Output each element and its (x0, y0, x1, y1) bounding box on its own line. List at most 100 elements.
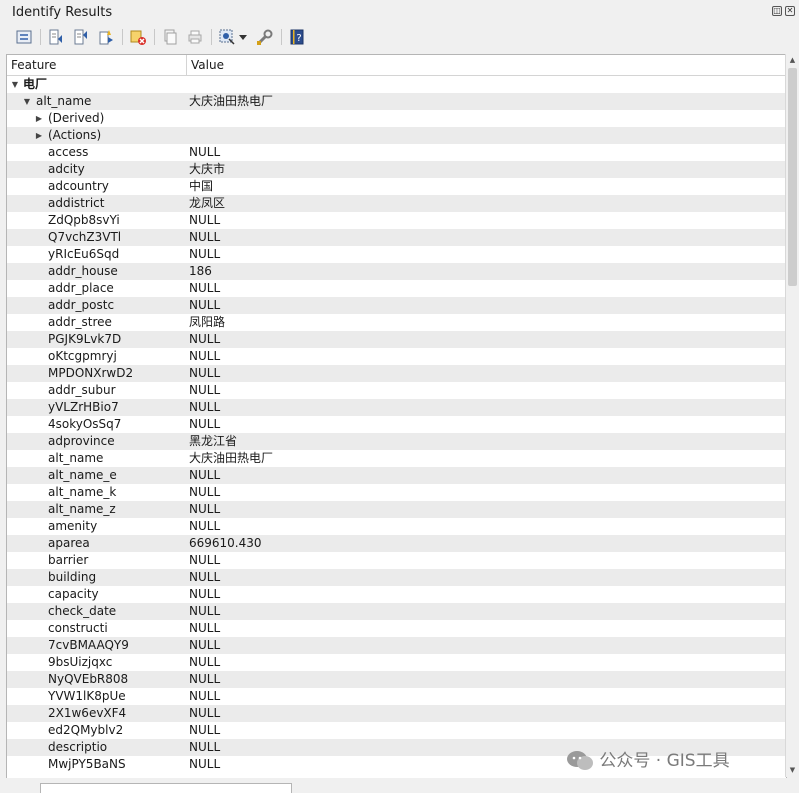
expand-tree-icon[interactable] (14, 27, 34, 47)
attribute-name: adcity (48, 162, 85, 176)
table-row[interactable]: adcountry 中国 (7, 178, 786, 195)
feature-field-name: alt_name (36, 94, 92, 108)
table-row[interactable]: constructi NULL (7, 620, 786, 637)
tree-feature-row[interactable]: ▼ alt_name 大庆油田热电厂 (7, 93, 786, 110)
table-row[interactable]: addr_stree 凤阳路 (7, 314, 786, 331)
feature-column-header[interactable]: Feature (7, 55, 56, 75)
table-row[interactable]: ed2QMyblv2 NULL (7, 722, 786, 739)
chevron-down-icon[interactable]: ▼ (22, 93, 32, 110)
table-row[interactable]: addr_house 186 (7, 263, 786, 280)
table-row[interactable]: adprovince 黑龙江省 (7, 433, 786, 450)
table-row[interactable]: 4sokyOsSq7 NULL (7, 416, 786, 433)
attribute-value: 黑龙江省 (189, 434, 238, 448)
table-row[interactable]: PGJK9Lvk7D NULL (7, 331, 786, 348)
attribute-value: 大庆市 (189, 162, 226, 176)
attribute-value: NULL (189, 349, 221, 363)
attribute-value: NULL (189, 757, 221, 771)
table-row[interactable]: 9bsUizjqxc NULL (7, 654, 786, 671)
chevron-right-icon[interactable]: ▶ (34, 127, 44, 144)
attribute-name: NyQVEbR808 (48, 672, 129, 686)
table-row[interactable]: oKtcgpmryj NULL (7, 348, 786, 365)
table-row[interactable]: addr_postc NULL (7, 297, 786, 314)
attribute-name: addr_place (48, 281, 114, 295)
attribute-value: 大庆油田热电厂 (189, 451, 274, 465)
value-column-header[interactable]: Value (187, 55, 224, 75)
clear-results-icon[interactable] (128, 27, 148, 47)
identify-results-tree[interactable]: Feature Value ▼ 电厂 ▼ alt_name 大庆油田热电厂 ▶ … (6, 54, 787, 779)
table-row[interactable]: building NULL (7, 569, 786, 586)
table-row[interactable]: 7cvBMAAQY9 NULL (7, 637, 786, 654)
table-row[interactable]: check_date NULL (7, 603, 786, 620)
attribute-name: adprovince (48, 434, 115, 448)
attribute-name: YVW1lK8pUe (48, 689, 126, 703)
table-row[interactable]: alt_name_e NULL (7, 467, 786, 484)
attribute-name: barrier (48, 553, 89, 567)
vertical-scrollbar[interactable]: ▲ ▼ (785, 54, 799, 777)
toolbar-separator (122, 29, 123, 45)
table-row[interactable]: addr_place NULL (7, 280, 786, 297)
table-row[interactable]: YVW1lK8pUe NULL (7, 688, 786, 705)
attribute-value: NULL (189, 655, 221, 669)
attribute-name: addr_house (48, 264, 118, 278)
expand-all-icon[interactable] (71, 27, 91, 47)
table-row[interactable]: capacity NULL (7, 586, 786, 603)
tree-layer-row[interactable]: ▼ 电厂 (7, 76, 786, 93)
tree-group-derived[interactable]: ▶ (Derived) (7, 110, 786, 127)
scroll-up-icon[interactable]: ▲ (786, 54, 799, 67)
attribute-name: ed2QMyblv2 (48, 723, 124, 737)
table-row[interactable]: Q7vchZ3VTl NULL (7, 229, 786, 246)
tree-group-actions[interactable]: ▶ (Actions) (7, 127, 786, 144)
table-row[interactable]: addr_subur NULL (7, 382, 786, 399)
attribute-value: NULL (189, 723, 221, 737)
table-row[interactable]: alt_name_z NULL (7, 501, 786, 518)
table-row[interactable]: yVLZrHBio7 NULL (7, 399, 786, 416)
table-row[interactable]: 2X1w6evXF4 NULL (7, 705, 786, 722)
toolbar-separator (281, 29, 282, 45)
table-row[interactable]: alt_name 大庆油田热电厂 (7, 450, 786, 467)
table-row[interactable]: NyQVEbR808 NULL (7, 671, 786, 688)
attribute-name: MPDONXrwD2 (48, 366, 134, 380)
window-title: Identify Results (12, 5, 113, 20)
table-row[interactable]: alt_name_k NULL (7, 484, 786, 501)
table-row[interactable]: MPDONXrwD2 NULL (7, 365, 786, 382)
table-row[interactable]: barrier NULL (7, 552, 786, 569)
float-window-icon[interactable]: ◫ (772, 6, 782, 16)
collapse-all-icon[interactable] (46, 27, 66, 47)
table-row[interactable]: adcity 大庆市 (7, 161, 786, 178)
table-row[interactable]: amenity NULL (7, 518, 786, 535)
attribute-value: 凤阳路 (189, 315, 226, 329)
copy-feature-icon[interactable] (160, 27, 180, 47)
chevron-right-icon[interactable]: ▶ (34, 110, 44, 127)
table-row[interactable]: addistrict 龙凤区 (7, 195, 786, 212)
attribute-name: amenity (48, 519, 98, 533)
expand-new-icon[interactable] (96, 27, 116, 47)
attribute-name: access (48, 145, 89, 159)
wechat-logo-icon (566, 750, 594, 772)
print-icon[interactable] (185, 27, 205, 47)
table-row[interactable]: access NULL (7, 144, 786, 161)
group-label: (Actions) (48, 128, 102, 142)
table-row[interactable]: ZdQpb8svYi NULL (7, 212, 786, 229)
settings-wrench-icon[interactable] (255, 27, 275, 47)
dropdown-arrow-icon[interactable] (237, 27, 249, 47)
attribute-value: NULL (189, 213, 221, 227)
attribute-value: NULL (189, 689, 221, 703)
close-icon[interactable]: ✕ (785, 6, 795, 16)
chevron-down-icon[interactable]: ▼ (10, 76, 20, 93)
scrollbar-thumb[interactable] (788, 68, 797, 286)
attribute-name: 4sokyOsSq7 (48, 417, 122, 431)
attribute-name: Q7vchZ3VTl (48, 230, 122, 244)
toolbar: ? (0, 25, 799, 51)
watermark: 公众号 · GIS工具 (566, 748, 730, 774)
attribute-name: 2X1w6evXF4 (48, 706, 127, 720)
scroll-down-icon[interactable]: ▼ (786, 764, 799, 777)
attribute-name: addistrict (48, 196, 105, 210)
attribute-name: alt_name (48, 451, 104, 465)
help-icon[interactable]: ? (287, 27, 307, 47)
identify-mode-icon[interactable] (217, 27, 237, 47)
attribute-name: check_date (48, 604, 117, 618)
attribute-value: NULL (189, 230, 221, 244)
table-row[interactable]: yRIcEu6Sqd NULL (7, 246, 786, 263)
table-row[interactable]: aparea 669610.430 (7, 535, 786, 552)
attribute-value: 中国 (189, 179, 214, 193)
